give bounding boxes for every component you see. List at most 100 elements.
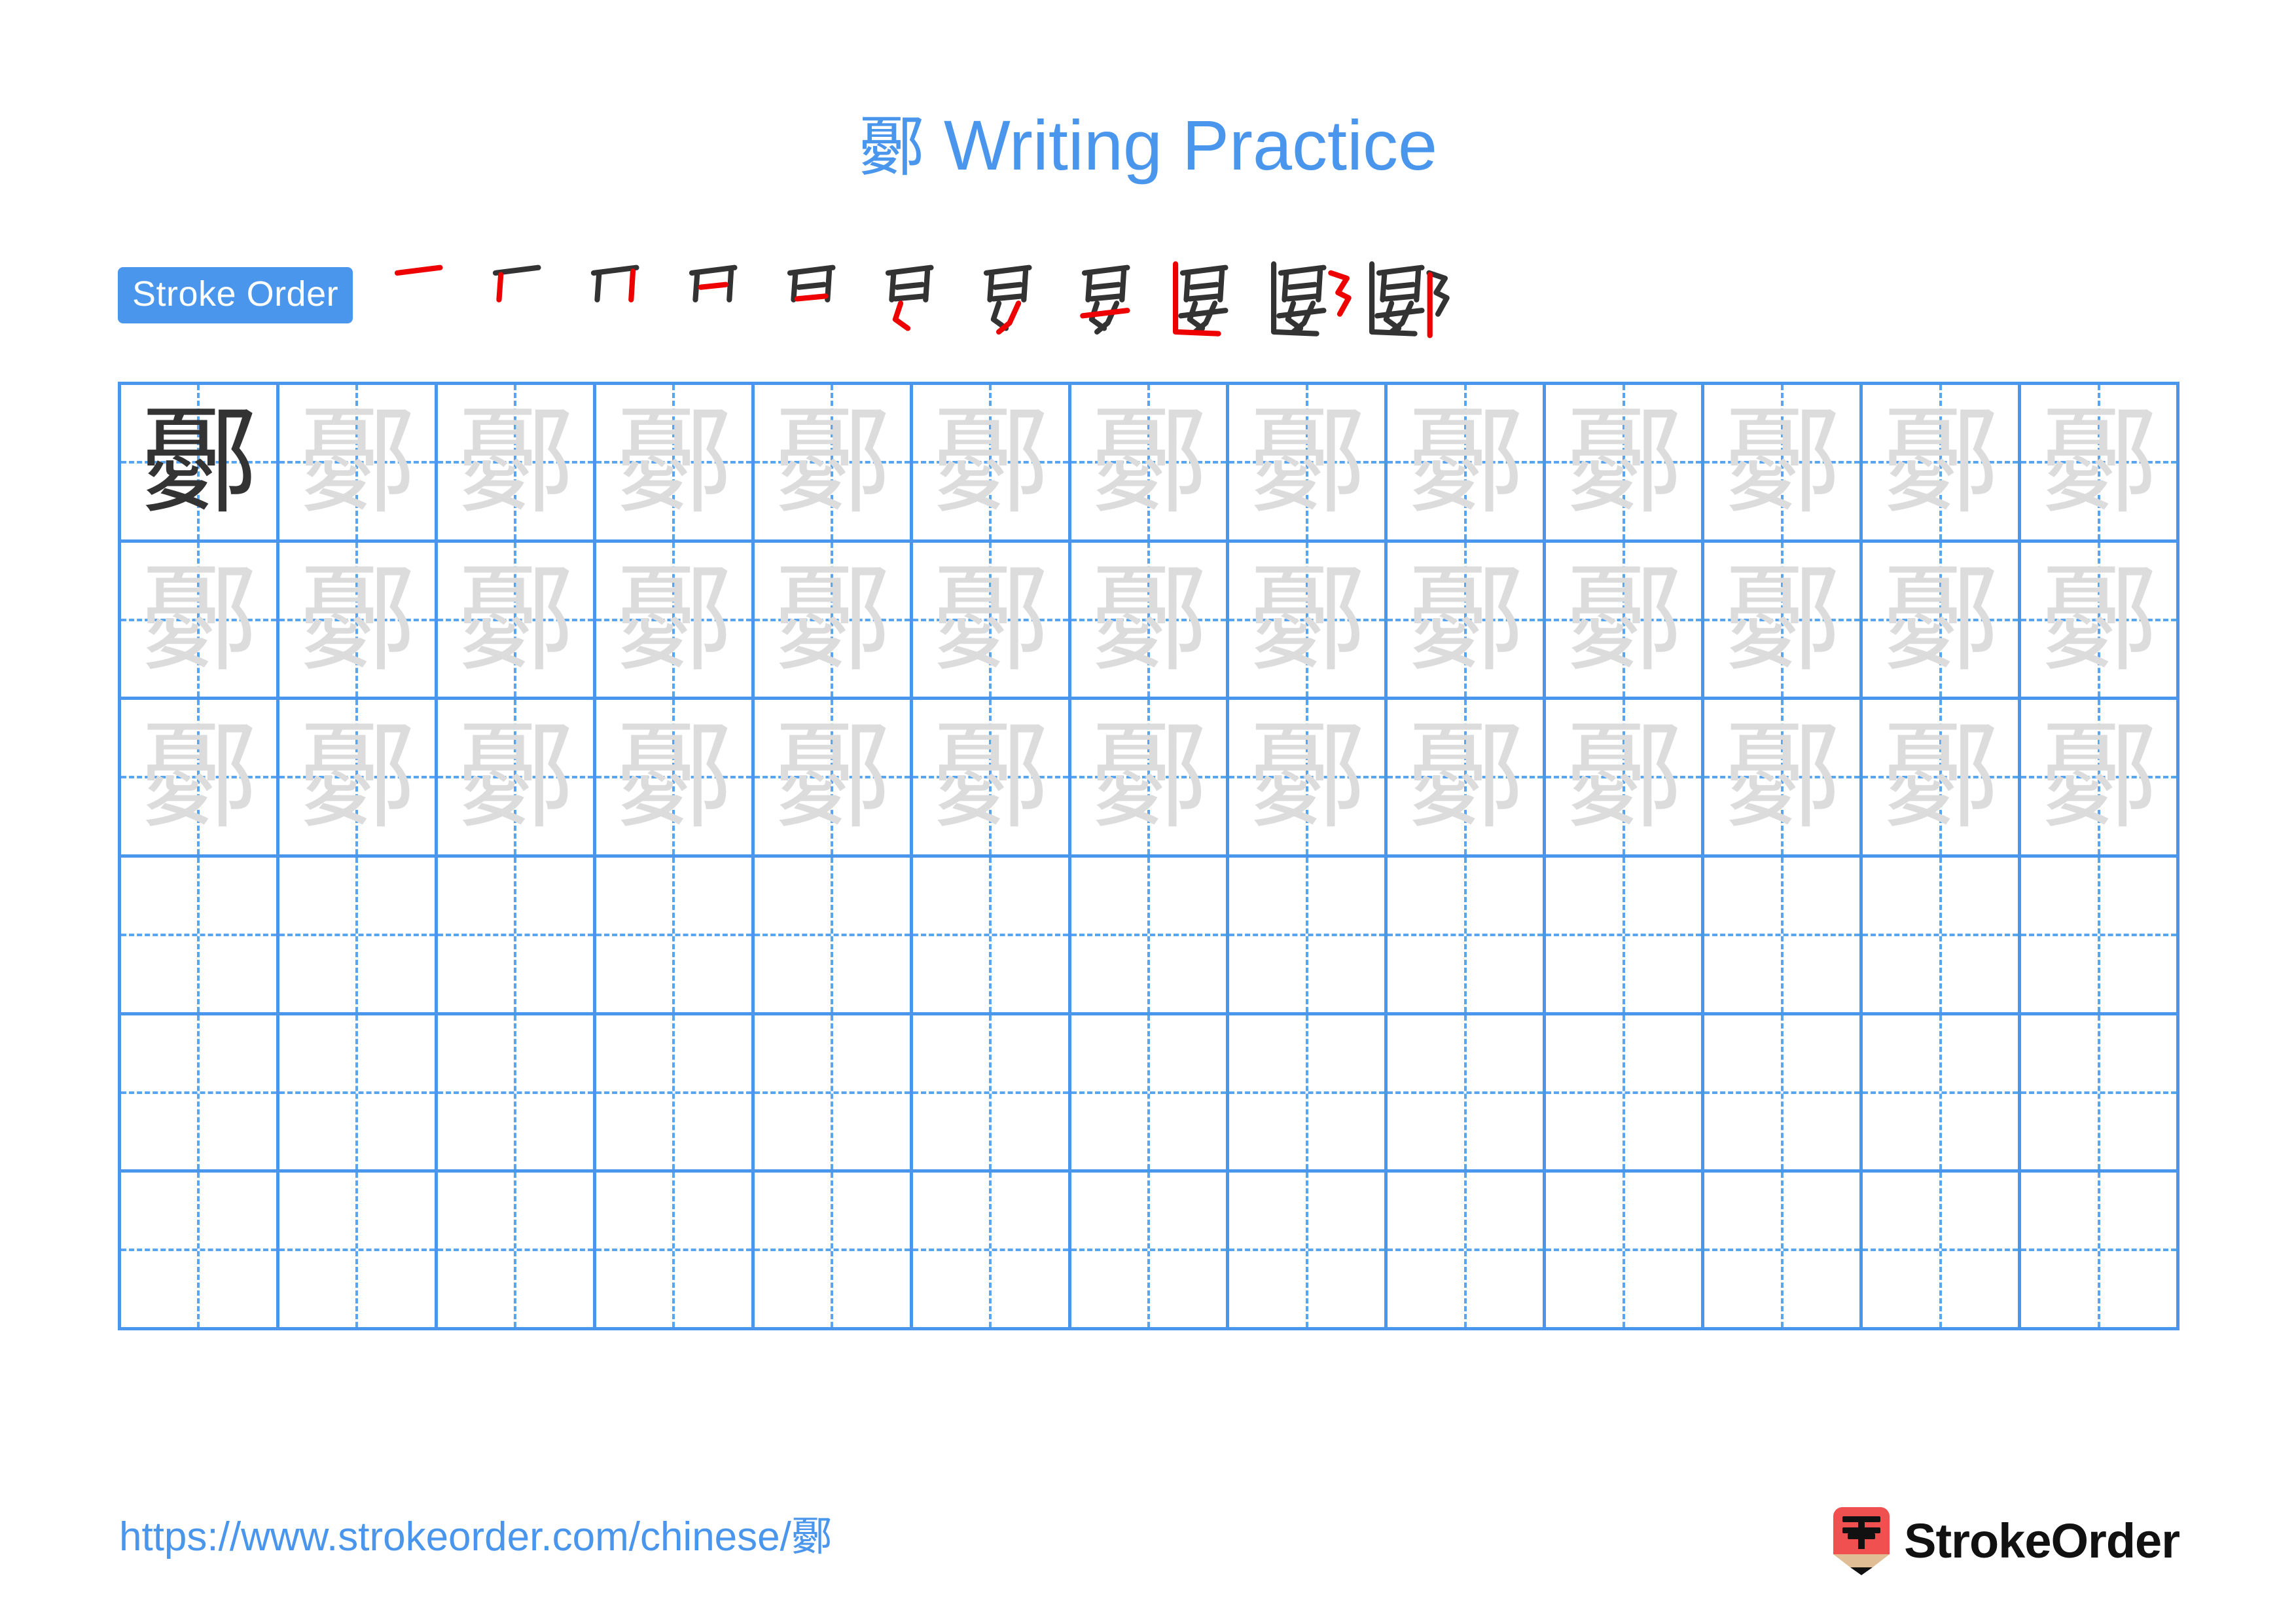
grid-cell-r6-c3[interactable]: [437, 1173, 596, 1331]
grid-cell-r4-c4[interactable]: [596, 858, 755, 1015]
grid-cell-r1-c10[interactable]: 鄾: [1546, 385, 1705, 543]
grid-cell-r3-c1[interactable]: 鄾: [121, 700, 279, 858]
stroke-5: [794, 293, 829, 302]
grid-cell-r5-c12[interactable]: [1863, 1015, 2022, 1173]
grid-cell-r5-c7[interactable]: [1071, 1015, 1230, 1173]
grid-cell-r6-c13[interactable]: [2021, 1173, 2179, 1331]
grid-cell-r4-c2[interactable]: [279, 858, 438, 1015]
grid-cell-r3-c4[interactable]: 鄾: [596, 700, 755, 858]
grid-cell-r6-c5[interactable]: [754, 1173, 913, 1331]
grid-cell-r1-c9[interactable]: 鄾: [1388, 385, 1547, 543]
grid-cell-r2-c6[interactable]: 鄾: [912, 542, 1071, 701]
grid-cell-r2-c13[interactable]: 鄾: [2021, 542, 2179, 701]
grid-cell-r1-c7[interactable]: 鄾: [1071, 385, 1230, 543]
grid-cell-r3-c11[interactable]: 鄾: [1704, 700, 1863, 858]
stroke-step-10: [1261, 246, 1359, 344]
grid-cell-r3-c9[interactable]: 鄾: [1388, 700, 1547, 858]
grid-cell-r4-c5[interactable]: [754, 858, 913, 1015]
grid-cell-r6-c1[interactable]: [121, 1173, 279, 1331]
grid-cell-r4-c10[interactable]: [1546, 858, 1705, 1015]
grid-cell-r3-c5[interactable]: 鄾: [754, 700, 913, 858]
grid-cell-r6-c12[interactable]: [1863, 1173, 2022, 1331]
stroke-1: [689, 264, 738, 276]
grid-cell-r5-c13[interactable]: [2021, 1015, 2179, 1173]
grid-cell-r2-c9[interactable]: 鄾: [1388, 542, 1547, 701]
grid-cell-r2-c7[interactable]: 鄾: [1071, 542, 1230, 701]
grid-cell-r1-c1[interactable]: 鄾: [121, 385, 279, 543]
grid-cell-r3-c7[interactable]: 鄾: [1071, 700, 1230, 858]
grid-cell-r1-c13[interactable]: 鄾: [2021, 385, 2179, 543]
trace-character: 鄾: [140, 709, 257, 845]
grid-cell-r1-c3[interactable]: 鄾: [437, 385, 596, 543]
grid-cell-r6-c8[interactable]: [1229, 1173, 1388, 1331]
grid-cell-r2-c5[interactable]: 鄾: [754, 542, 913, 701]
grid-cell-r1-c6[interactable]: 鄾: [912, 385, 1071, 543]
stroke-3: [726, 268, 734, 302]
grid-cell-r6-c6[interactable]: [912, 1173, 1071, 1331]
stroke-2: [1380, 272, 1388, 302]
grid-cell-r3-c8[interactable]: 鄾: [1229, 700, 1388, 858]
grid-cell-r5-c10[interactable]: [1546, 1015, 1705, 1173]
grid-cell-r6-c9[interactable]: [1388, 1173, 1547, 1331]
grid-cell-r4-c7[interactable]: [1071, 858, 1230, 1015]
grid-cell-r1-c2[interactable]: 鄾: [279, 385, 438, 543]
footer-url[interactable]: https://www.strokeorder.com/chinese/鄾: [119, 1516, 832, 1558]
grid-cell-r3-c13[interactable]: 鄾: [2021, 700, 2179, 858]
grid-cell-r4-c12[interactable]: [1863, 858, 2022, 1015]
grid-cell-r6-c10[interactable]: [1546, 1173, 1705, 1331]
grid-cell-r1-c5[interactable]: 鄾: [754, 385, 913, 543]
guide-horizontal: [1863, 1249, 2018, 1252]
grid-cell-r2-c10[interactable]: 鄾: [1546, 542, 1705, 701]
grid-cell-r4-c9[interactable]: [1388, 858, 1547, 1015]
grid-cell-r4-c11[interactable]: [1704, 858, 1863, 1015]
grid-cell-r5-c1[interactable]: [121, 1015, 279, 1173]
grid-cell-r2-c4[interactable]: 鄾: [596, 542, 755, 701]
grid-cell-r5-c8[interactable]: [1229, 1015, 1388, 1173]
grid-cell-r3-c12[interactable]: 鄾: [1863, 700, 2022, 858]
grid-cell-r5-c9[interactable]: [1388, 1015, 1547, 1173]
grid-cell-r4-c13[interactable]: [2021, 858, 2179, 1015]
grid-cell-r6-c4[interactable]: [596, 1173, 755, 1331]
grid-cell-r3-c2[interactable]: 鄾: [279, 700, 438, 858]
guide-horizontal: [1229, 1091, 1385, 1094]
grid-cell-r1-c11[interactable]: 鄾: [1704, 385, 1863, 543]
grid-cell-r5-c5[interactable]: [754, 1015, 913, 1173]
trace-character: 鄾: [615, 393, 732, 530]
grid-cell-r4-c8[interactable]: [1229, 858, 1388, 1015]
grid-cell-r3-c3[interactable]: 鄾: [437, 700, 596, 858]
grid-cell-r1-c12[interactable]: 鄾: [1863, 385, 2022, 543]
grid-cell-r5-c3[interactable]: [437, 1015, 596, 1173]
grid-cell-r4-c3[interactable]: [437, 858, 596, 1015]
stroke-2: [987, 272, 995, 302]
stroke-2: [496, 272, 504, 302]
grid-cell-r5-c6[interactable]: [912, 1015, 1071, 1173]
grid-cell-r3-c6[interactable]: 鄾: [912, 700, 1071, 858]
grid-cell-r6-c2[interactable]: [279, 1173, 438, 1331]
grid-cell-r1-c4[interactable]: 鄾: [596, 385, 755, 543]
stroke-1: [1278, 264, 1327, 276]
guide-horizontal: [596, 1091, 751, 1094]
grid-cell-r4-c1[interactable]: [121, 858, 279, 1015]
grid-cell-r6-c11[interactable]: [1704, 1173, 1863, 1331]
stroke-step-glyph: [689, 264, 738, 302]
brand-logo[interactable]: StrokeOrder: [1833, 1504, 2180, 1578]
grid-cell-r4-c6[interactable]: [912, 858, 1071, 1015]
stroke-step-11: [1359, 246, 1458, 344]
stroke-2: [791, 272, 798, 302]
grid-cell-r6-c7[interactable]: [1071, 1173, 1230, 1331]
grid-cell-r2-c3[interactable]: 鄾: [437, 542, 596, 701]
grid-cell-r2-c11[interactable]: 鄾: [1704, 542, 1863, 701]
grid-cell-r5-c2[interactable]: [279, 1015, 438, 1173]
grid-cell-r5-c11[interactable]: [1704, 1015, 1863, 1173]
grid-cell-r5-c4[interactable]: [596, 1015, 755, 1173]
guide-horizontal: [121, 1249, 276, 1252]
grid-cell-r2-c8[interactable]: 鄾: [1229, 542, 1388, 701]
guide-horizontal: [437, 933, 593, 936]
grid-cell-r2-c2[interactable]: 鄾: [279, 542, 438, 701]
grid-cell-r3-c10[interactable]: 鄾: [1546, 700, 1705, 858]
grid-cell-r2-c1[interactable]: 鄾: [121, 542, 279, 701]
grid-cell-r1-c8[interactable]: 鄾: [1229, 385, 1388, 543]
grid-cell-r2-c12[interactable]: 鄾: [1863, 542, 2022, 701]
guide-horizontal: [2021, 1249, 2176, 1252]
guide-horizontal: [912, 1249, 1068, 1252]
